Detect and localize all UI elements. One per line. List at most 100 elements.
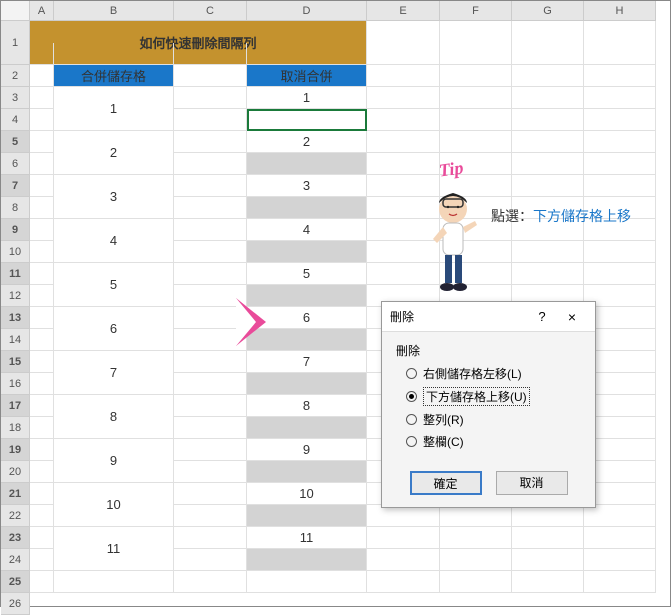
selected-blank-cell[interactable]	[247, 461, 367, 483]
row-header[interactable]: 25	[1, 571, 30, 593]
cell[interactable]	[584, 527, 656, 549]
header-merged[interactable]: 合併儲存格	[54, 65, 174, 87]
cell[interactable]	[30, 395, 54, 417]
cell[interactable]	[440, 505, 512, 527]
cell[interactable]	[367, 571, 440, 593]
cell[interactable]	[30, 87, 54, 109]
ok-button[interactable]: 確定	[410, 471, 482, 495]
cell[interactable]	[174, 395, 247, 417]
cell[interactable]	[584, 109, 656, 131]
cell[interactable]	[512, 527, 584, 549]
selected-blank-cell[interactable]	[247, 549, 367, 571]
cell[interactable]	[440, 65, 512, 87]
row-header[interactable]: 8	[1, 197, 30, 219]
col-header[interactable]: B	[54, 1, 174, 21]
cell[interactable]	[512, 87, 584, 109]
cell[interactable]	[30, 549, 54, 571]
cell[interactable]: 3	[247, 175, 367, 197]
cell[interactable]	[584, 571, 656, 593]
row-header[interactable]: 10	[1, 241, 30, 263]
cell[interactable]: 11	[247, 527, 367, 549]
radio-shift-left[interactable]: 右側儲存格左移(L)	[406, 365, 581, 382]
row-header[interactable]: 9	[1, 219, 30, 241]
cancel-button[interactable]: 取消	[496, 471, 568, 495]
merged-cell[interactable]: 3	[54, 175, 174, 219]
cell[interactable]	[512, 175, 584, 197]
row-header[interactable]: 23	[1, 527, 30, 549]
cell[interactable]	[174, 571, 247, 593]
cell[interactable]	[174, 241, 247, 263]
cell[interactable]	[367, 109, 440, 131]
cell[interactable]	[174, 219, 247, 241]
cell[interactable]	[512, 65, 584, 87]
cell[interactable]	[584, 43, 656, 65]
cell[interactable]	[584, 131, 656, 153]
cell[interactable]	[367, 527, 440, 549]
cell[interactable]	[584, 153, 656, 175]
cell[interactable]	[30, 571, 54, 593]
cell[interactable]	[440, 109, 512, 131]
selected-blank-cell[interactable]	[247, 241, 367, 263]
row-header[interactable]: 7	[1, 175, 30, 197]
cell[interactable]	[174, 197, 247, 219]
cell[interactable]	[174, 175, 247, 197]
cell[interactable]: 2	[247, 131, 367, 153]
merged-cell[interactable]: 6	[54, 307, 174, 351]
cell[interactable]	[30, 153, 54, 175]
merged-cell[interactable]: 9	[54, 439, 174, 483]
cell[interactable]	[512, 109, 584, 131]
cell[interactable]	[174, 439, 247, 461]
cell[interactable]	[512, 505, 584, 527]
cell[interactable]	[174, 109, 247, 131]
cell[interactable]: 4	[247, 219, 367, 241]
cell[interactable]	[367, 505, 440, 527]
cell[interactable]	[367, 87, 440, 109]
row-header[interactable]: 22	[1, 505, 30, 527]
cell[interactable]	[367, 65, 440, 87]
cell[interactable]	[512, 263, 584, 285]
col-header[interactable]: H	[584, 1, 656, 21]
cell[interactable]	[30, 109, 54, 131]
cell[interactable]: 10	[247, 483, 367, 505]
cell[interactable]	[174, 483, 247, 505]
row-header[interactable]: 15	[1, 351, 30, 373]
cell[interactable]	[512, 549, 584, 571]
cell[interactable]	[30, 439, 54, 461]
row-header[interactable]: 21	[1, 483, 30, 505]
cell[interactable]	[584, 241, 656, 263]
header-unmerged[interactable]: 取消合併	[247, 65, 367, 87]
cell[interactable]	[584, 65, 656, 87]
row-header[interactable]: 4	[1, 109, 30, 131]
cell[interactable]	[54, 43, 174, 65]
merged-cell[interactable]: 10	[54, 483, 174, 527]
cell[interactable]	[512, 571, 584, 593]
cell[interactable]	[30, 527, 54, 549]
cell[interactable]	[512, 153, 584, 175]
cell[interactable]	[174, 43, 247, 65]
cell[interactable]	[584, 549, 656, 571]
selected-blank-cell[interactable]	[247, 417, 367, 439]
cell[interactable]	[512, 241, 584, 263]
active-cell[interactable]	[247, 109, 367, 131]
col-header[interactable]: D	[247, 1, 367, 21]
cell[interactable]	[440, 131, 512, 153]
row-header[interactable]: 19	[1, 439, 30, 461]
col-header[interactable]: F	[440, 1, 512, 21]
row-header[interactable]: 2	[1, 65, 30, 87]
cell[interactable]	[174, 527, 247, 549]
selected-blank-cell[interactable]	[247, 153, 367, 175]
row-header[interactable]: 18	[1, 417, 30, 439]
cell[interactable]	[174, 373, 247, 395]
cell[interactable]	[174, 549, 247, 571]
cell[interactable]	[512, 43, 584, 65]
col-header[interactable]: E	[367, 1, 440, 21]
cell[interactable]	[367, 153, 440, 175]
cell[interactable]	[174, 263, 247, 285]
cell[interactable]	[174, 351, 247, 373]
cell[interactable]	[174, 131, 247, 153]
cell[interactable]	[30, 483, 54, 505]
cell[interactable]	[174, 65, 247, 87]
cell[interactable]	[367, 131, 440, 153]
cell[interactable]	[30, 263, 54, 285]
cell[interactable]	[30, 131, 54, 153]
